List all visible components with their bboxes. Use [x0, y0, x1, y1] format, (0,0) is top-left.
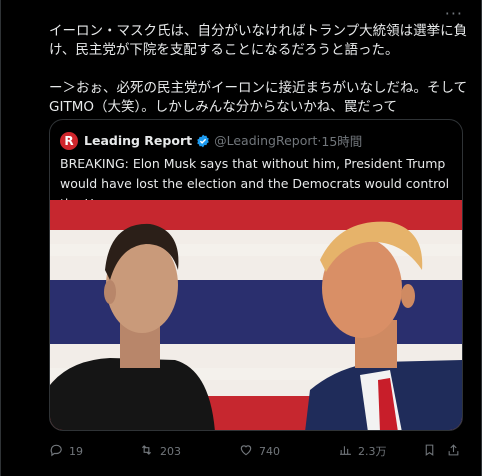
quoted-tweet[interactable]: R Leading Report @LeadingReport · 15時間 B… [49, 119, 463, 431]
share-button[interactable] [447, 443, 463, 460]
bookmark-button[interactable] [423, 443, 447, 460]
quoted-tweet-header: R Leading Report @LeadingReport · 15時間 [60, 131, 362, 150]
quoted-timestamp[interactable]: 15時間 [321, 131, 362, 150]
verified-icon [196, 134, 210, 148]
reply-icon [49, 443, 69, 460]
tweet-text-paragraph: イーロン・マスク氏は、自分がいなければトランプ大統領は選挙に負け、民主党が下院を… [49, 23, 468, 58]
like-count: 740 [259, 444, 280, 458]
tweet-text-paragraph: ー＞おぉ、必死の民主党がイーロンに接近まちがいなしだね。そしてGITMO（大笑）… [49, 80, 468, 115]
more-options-button[interactable]: ··· [445, 4, 463, 23]
views-icon [339, 443, 358, 460]
retweet-icon [139, 443, 160, 460]
reply-button[interactable]: 19 [49, 443, 139, 460]
retweet-count: 203 [160, 444, 181, 458]
views-button[interactable]: 2.3万 [339, 443, 423, 460]
leading-report-avatar[interactable]: R [60, 131, 78, 150]
like-button[interactable]: 740 [239, 443, 339, 460]
share-icon [447, 443, 466, 460]
bookmark-icon [423, 443, 442, 460]
tweet-card: ··· イーロン・マスク氏は、自分がいなければトランプ大統領は選挙に負け、民主党… [0, 0, 482, 476]
tweet-actions: 19 203 740 2.3万 [49, 440, 463, 462]
retweet-button[interactable]: 203 [139, 443, 239, 460]
views-count: 2.3万 [358, 445, 387, 458]
quoted-author-handle[interactable]: @LeadingReport [214, 133, 317, 148]
like-icon [239, 443, 259, 460]
quoted-author-name[interactable]: Leading Report [84, 133, 192, 148]
quoted-tweet-image[interactable] [50, 200, 462, 430]
reply-count: 19 [69, 444, 83, 458]
